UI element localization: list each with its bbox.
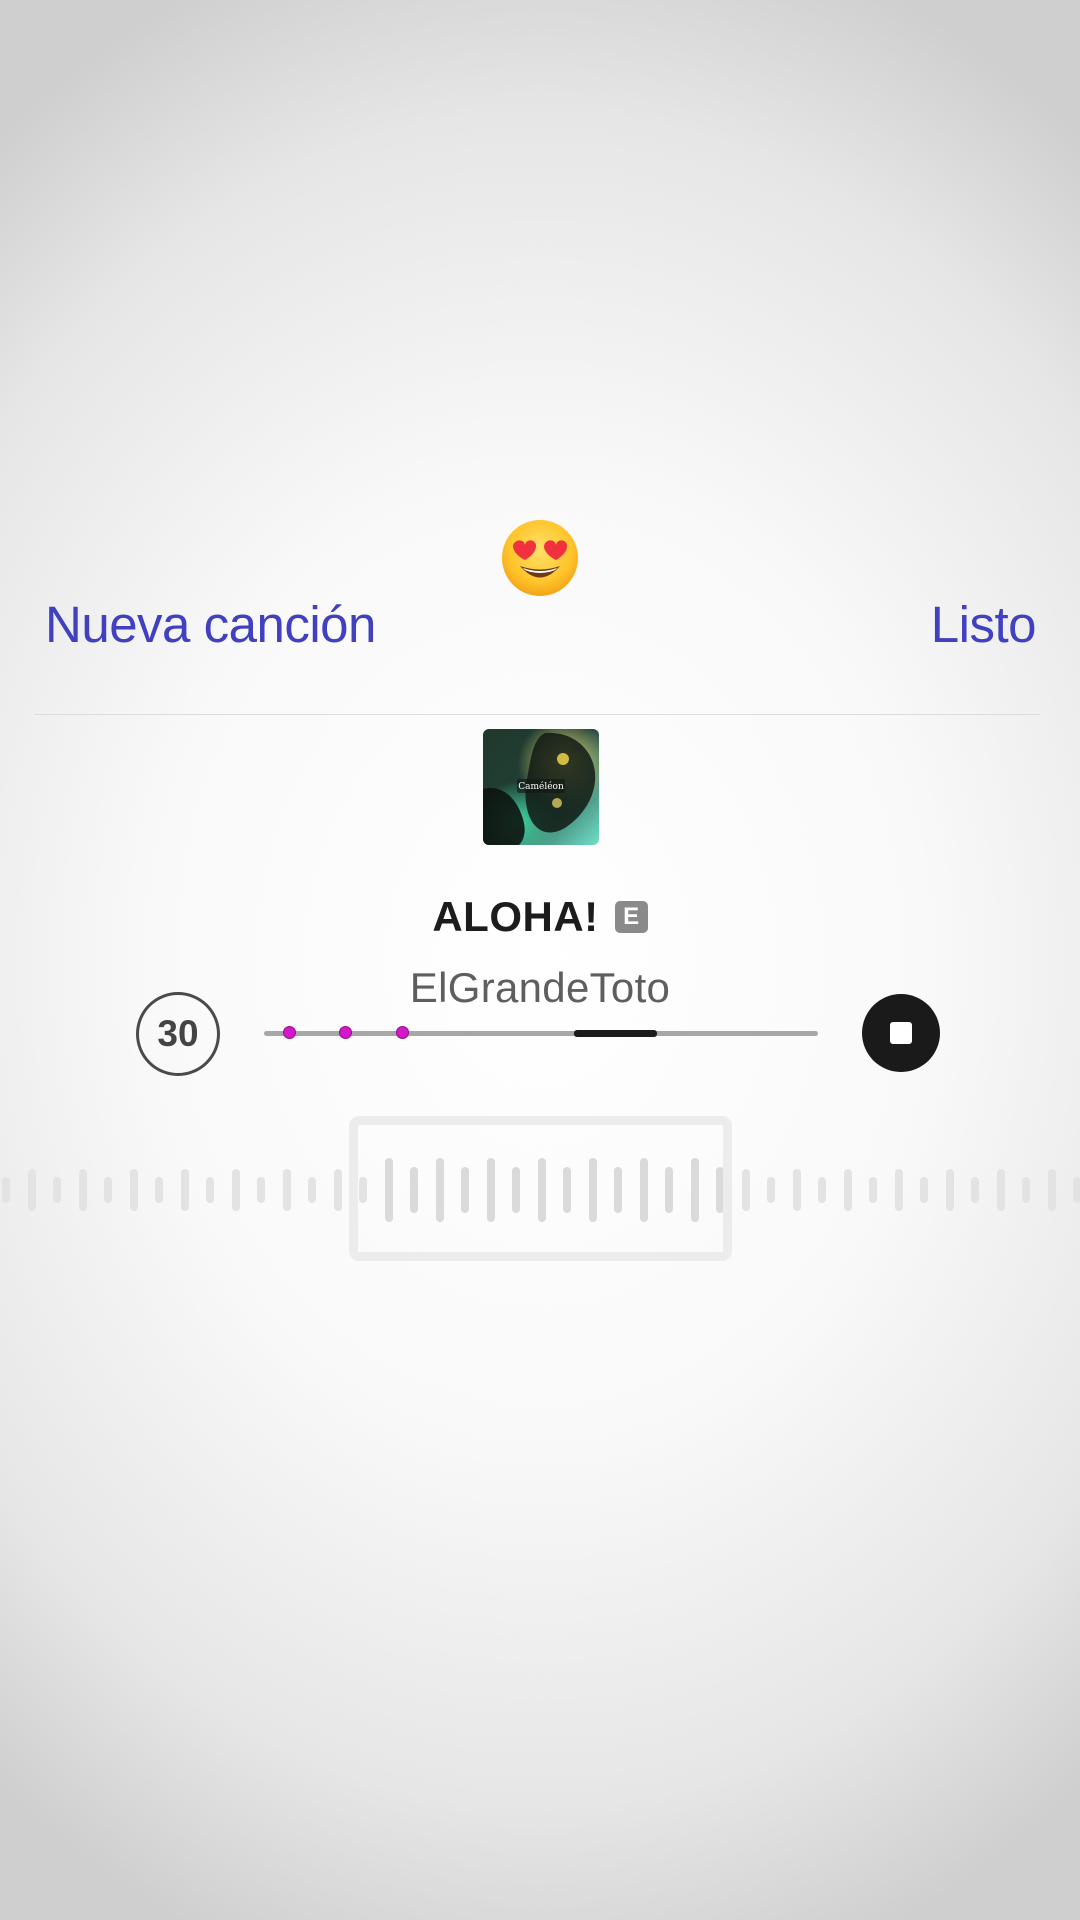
progress-track[interactable] [264,1026,818,1039]
album-artwork-text: Caméléon [518,781,564,792]
waveform-bar [206,1177,214,1203]
skip-30-button[interactable]: 30 [136,992,220,1076]
waveform-bar [155,1177,163,1203]
waveform-bar [129,1169,138,1211]
waveform-bar [843,1169,852,1211]
waveform-bar [894,1169,903,1211]
selected-segment [574,1030,658,1037]
waveform-bar [767,1177,775,1203]
song-title: ALOHA! [432,893,599,940]
waveform-bar [78,1169,87,1211]
waveform-bar [1073,1177,1080,1203]
waveform-bar [741,1169,750,1211]
explicit-badge: E [614,901,648,933]
waveform-bar [257,1177,265,1203]
waveform-bar [231,1169,240,1211]
progress-marker [282,1026,296,1039]
song-title-row: ALOHA! E [0,890,1080,944]
new-song-button[interactable]: Nueva canción [45,595,376,655]
header-divider [34,714,1040,715]
stop-button[interactable] [862,994,940,1072]
waveform-bar [180,1169,189,1211]
waveform-bar [53,1177,61,1203]
waveform-bar [869,1177,877,1203]
waveform-bar [945,1169,954,1211]
clip-selector[interactable] [349,1116,732,1261]
progress-marker [395,1026,409,1039]
waveform-bar [1047,1169,1056,1211]
waveform-bar [282,1169,291,1211]
waveform-bar [792,1169,801,1211]
skip-30-label: 30 [157,1013,199,1054]
heart-eyes-emoji-icon [502,520,578,596]
album-artwork-image: Caméléon [483,729,599,845]
waveform-bar [2,1177,10,1203]
progress-marker [339,1026,353,1039]
waveform-bar [920,1177,928,1203]
waveform-bar [1022,1177,1030,1203]
waveform-bar [104,1177,112,1203]
waveform-bar [996,1169,1005,1211]
waveform-bar [27,1169,36,1211]
done-button[interactable]: Listo [931,595,1037,655]
waveform-bar [818,1177,826,1203]
waveform-bar [333,1169,342,1211]
waveform-bar [308,1177,316,1203]
album-artwork: Caméléon [483,729,599,845]
stop-icon [890,1022,912,1044]
waveform-bar [971,1177,979,1203]
